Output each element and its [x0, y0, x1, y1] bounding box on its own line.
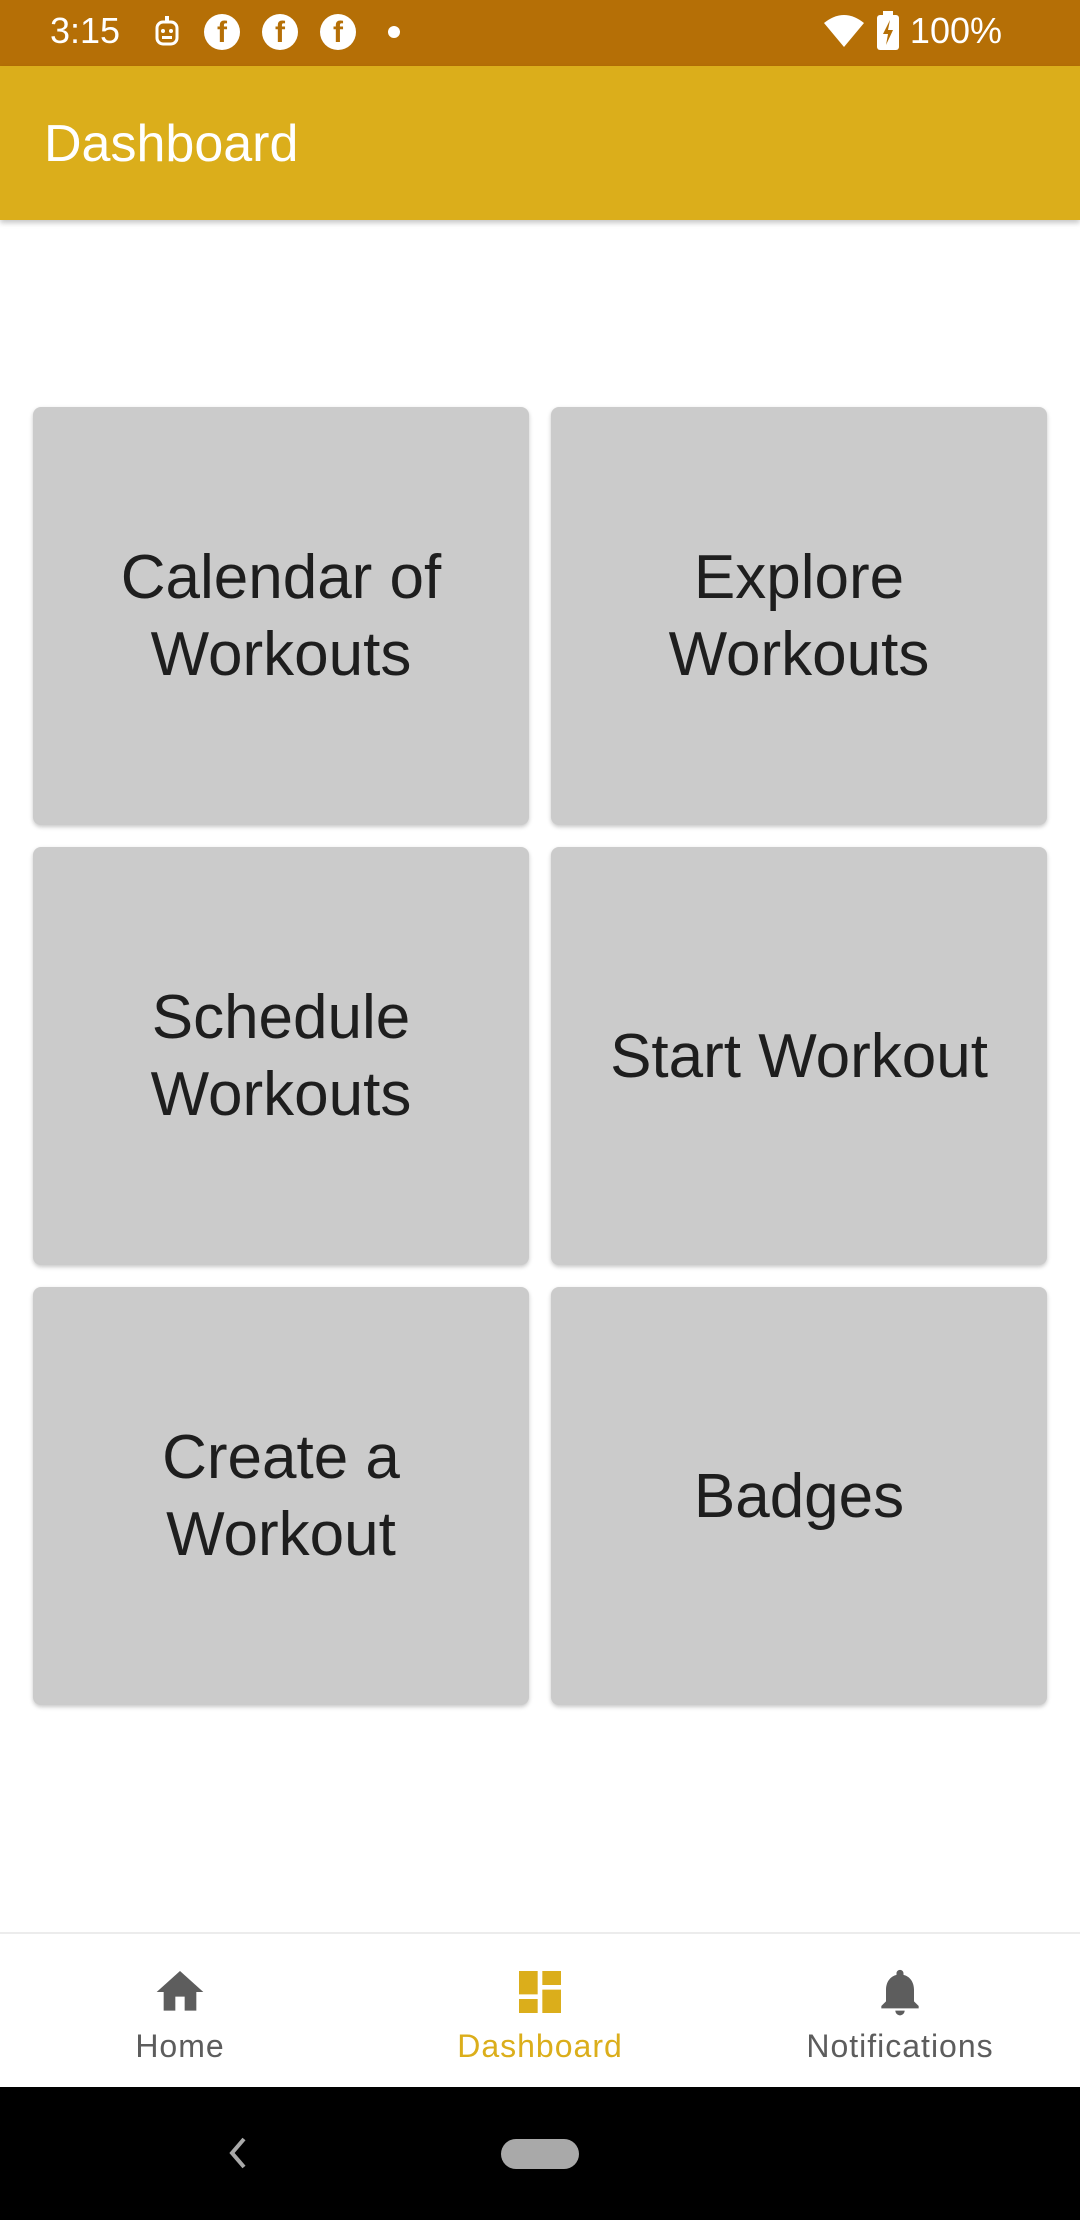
explore-workouts-tile[interactable]: Explore Workouts	[551, 407, 1047, 825]
nav-item-notifications[interactable]: Notifications	[720, 1934, 1080, 2089]
badges-tile[interactable]: Badges	[551, 1287, 1047, 1705]
tile-label: Start Workout	[610, 1021, 988, 1091]
dot-icon	[388, 26, 400, 38]
page-title: Dashboard	[44, 115, 299, 173]
nav-label: Dashboard	[457, 2028, 623, 2064]
bottom-navigation: Home Dashboard Notifications	[0, 1932, 1080, 2089]
system-navigation-bar	[0, 2087, 1080, 2220]
calendar-of-workouts-tile[interactable]: Calendar of Workouts	[33, 407, 529, 825]
schedule-workouts-tile[interactable]: Schedule Workouts	[33, 847, 529, 1265]
facebook-icon: f	[262, 14, 298, 50]
status-time: 3:15	[50, 10, 121, 51]
tile-label: Schedule Workouts	[150, 983, 412, 1129]
create-a-workout-tile[interactable]: Create a Workout	[33, 1287, 529, 1705]
nav-label: Home	[135, 2028, 225, 2064]
home-icon	[156, 1971, 204, 2011]
battery-percent: 100%	[909, 10, 1002, 51]
facebook-icon: f	[320, 14, 356, 50]
tile-label: Explore Workouts	[668, 543, 930, 689]
dashboard-icon	[519, 1971, 561, 2013]
status-bar: 3:15 f f f 100%	[0, 0, 1080, 66]
system-status-icons: 100%	[822, 10, 1002, 52]
nav-item-dashboard[interactable]: Dashboard	[360, 1934, 720, 2089]
robot-icon	[155, 16, 179, 46]
home-gesture-pill[interactable]	[501, 2139, 579, 2169]
dashboard-grid: Calendar of Workouts Explore Workouts Sc…	[33, 407, 1047, 1705]
tile-label: Create a Workout	[162, 1423, 400, 1569]
back-chevron-icon[interactable]	[222, 2131, 254, 2175]
nav-item-home[interactable]: Home	[0, 1934, 360, 2089]
battery-charging-icon	[876, 11, 899, 50]
notification-icons: f f f	[152, 14, 400, 50]
tile-label: Badges	[693, 1461, 905, 1531]
facebook-icon: f	[204, 14, 240, 50]
wifi-icon	[823, 15, 864, 47]
app-bar: Dashboard	[0, 66, 1080, 220]
tile-label: Calendar of Workouts	[120, 543, 442, 689]
start-workout-tile[interactable]: Start Workout	[551, 847, 1047, 1265]
bell-icon	[881, 1969, 919, 2016]
nav-label: Notifications	[806, 2028, 994, 2064]
